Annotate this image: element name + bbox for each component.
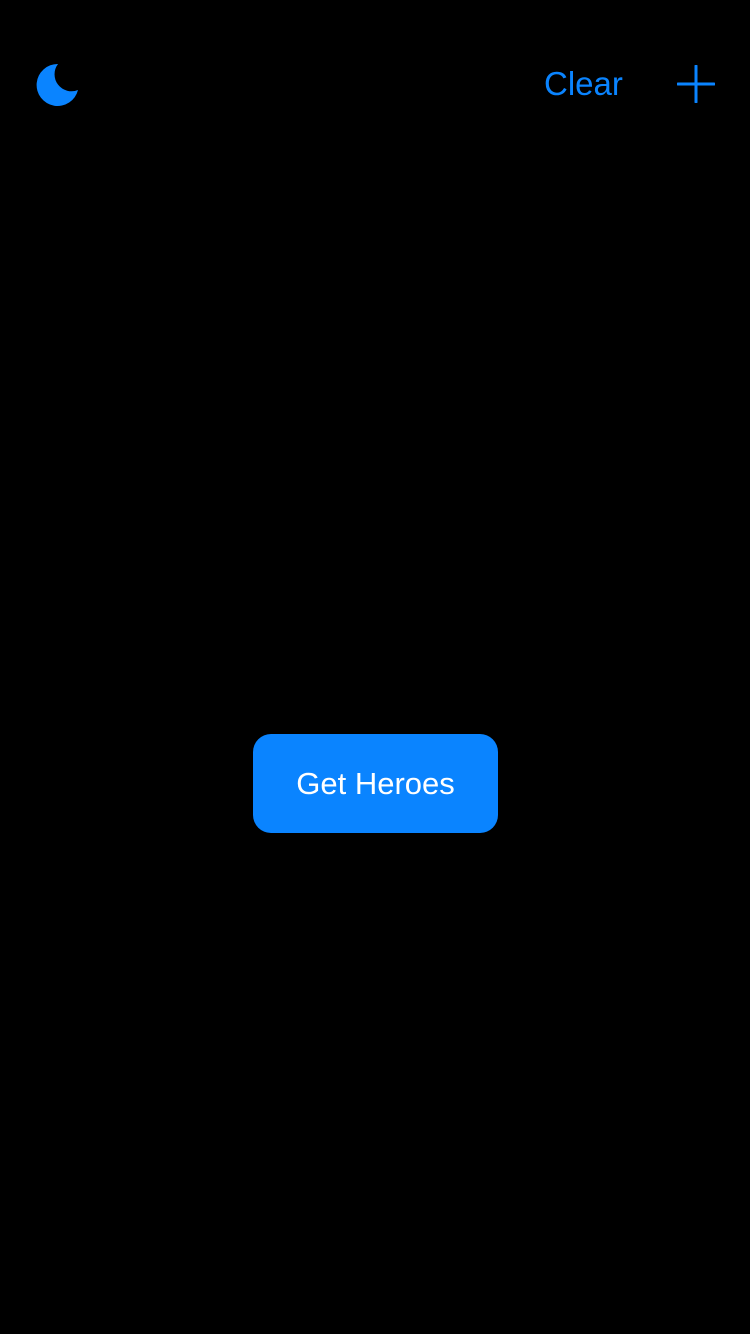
add-button[interactable]: [672, 58, 720, 110]
plus-icon: [677, 65, 715, 103]
navigation-bar: Clear: [0, 40, 750, 128]
main-content: Get Heroes: [0, 128, 750, 1334]
get-heroes-button[interactable]: Get Heroes: [253, 734, 498, 833]
dark-mode-toggle[interactable]: [30, 58, 84, 110]
moon-icon: [36, 63, 78, 106]
clear-button[interactable]: Clear: [534, 60, 633, 108]
